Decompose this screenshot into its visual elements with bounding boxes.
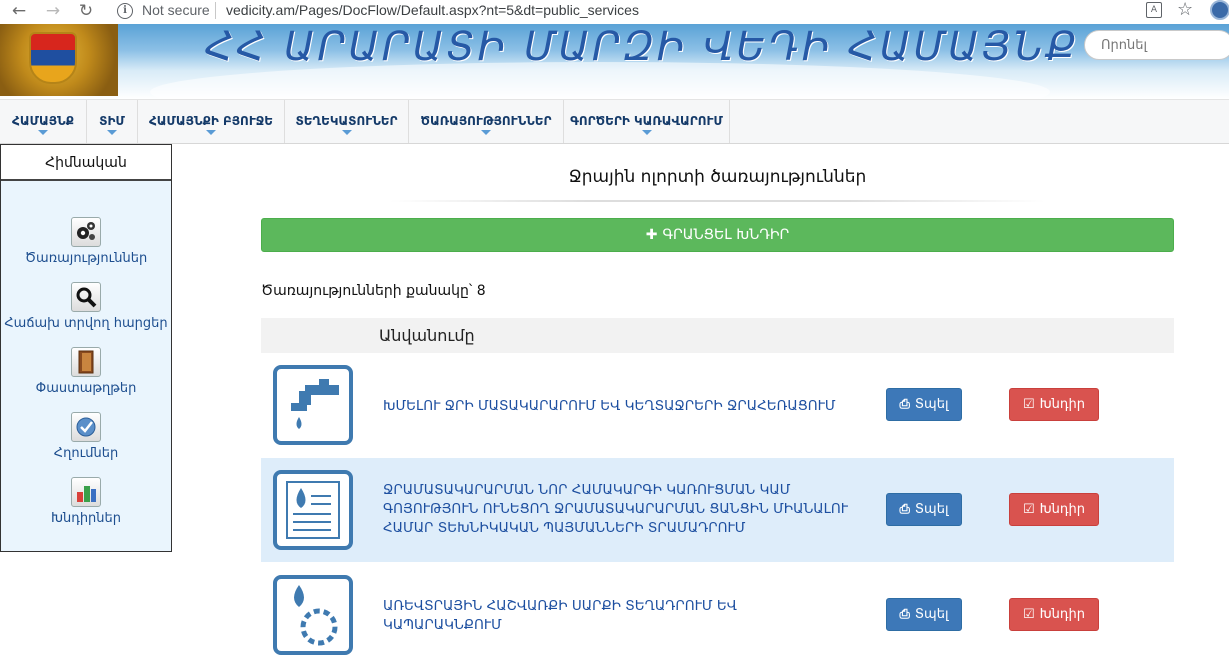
security-label: Not secure [142,2,210,18]
request-label: Խնդիր [1039,502,1085,517]
chevron-down-icon [481,130,491,135]
site-header: ՀՀ ԱՐԱՐԱՏԻ ՄԱՐԶԻ ՎԵԴԻ ՀԱՄԱՅՆՔ [0,24,1229,99]
search-input[interactable] [1099,37,1223,54]
chevron-down-icon [341,130,352,135]
register-issue-label: ԳՐԱՆՑԵԼ ԽՆԴԻՐ [662,227,790,243]
request-button[interactable]: ☑ Խնդիր [1009,598,1099,631]
service-name-link[interactable]: ԽՄԵԼՈՒ ՋՐԻ ՄԱՏԱԿԱՐԱՐՈՒՄ ԵՎ ԿԵՂՏԱՋՐԵՐԻ ՋՐ… [383,397,853,416]
sidebar-item-links[interactable]: Հղումներ [1,412,171,466]
page-title: Ջրային ոլորտի ծառայություններ [568,167,867,187]
print-button[interactable]: ⎙ Տպել [886,493,962,526]
printer-icon: ⎙ [899,397,910,412]
chevron-down-icon [38,130,48,135]
nav-label: ԾԱՌԱՅՈՒԹՅՈՒՆՆԵՐ [420,114,552,128]
water-meter-icon [273,575,353,655]
request-label: Խնդիր [1039,397,1085,412]
arrow-right-icon[interactable]: → [42,0,64,22]
check-square-icon: ☑ [1023,397,1035,412]
nav-item-budget[interactable]: ՀԱՄԱՅՆՔԻ ԲՅՈՒՋԵ [138,100,285,143]
table-row: ԽՄԵԼՈՒ ՋՐԻ ՄԱՏԱԿԱՐԱՐՈՒՄ ԵՎ ԿԵՂՏԱՋՐԵՐԻ ՋՐ… [261,353,1174,457]
link-globe-icon [71,412,101,442]
sidebar-item-label: Հղումներ [53,446,119,461]
nav-item-lsg[interactable]: ՏԻՄ [87,100,138,143]
chevron-down-icon [206,130,216,135]
address-bar-url[interactable]: vedicity.am/Pages/DocFlow/Default.aspx?n… [226,2,639,18]
site-title: ՀՀ ԱՐԱՐԱՏԻ ՄԱՐԶԻ ՎԵԴԻ ՀԱՄԱՅՆՔ [205,24,1080,70]
request-label: Խնդիր [1039,607,1085,622]
title-divider [390,200,1045,202]
print-label: Տպել [914,502,949,517]
info-icon[interactable]: i [117,3,133,19]
nav-label: ՀԱՄԱՅՆՔԻ ԲՅՈՒՋԵ [148,114,274,128]
sidebar-item-label: Խնդիրներ [50,511,122,526]
print-label: Տպել [914,607,949,622]
nav-item-information[interactable]: ՏԵՂԵԿԱՏՈՒՆԵՐ [285,100,409,143]
request-button[interactable]: ☑ Խնդիր [1009,493,1099,526]
table-row: ՋՐԱՄԱՏԱԿԱՐԱՐՄԱՆ ՆՈՐ ՀԱՄԱԿԱՐԳԻ ԿԱՌՈՒՑՄԱՆ … [261,458,1174,562]
coat-of-arms-icon[interactable] [0,24,118,96]
register-issue-button[interactable]: ✚ ԳՐԱՆՑԵԼ ԽՆԴԻՐ [261,218,1174,252]
print-button[interactable]: ⎙ Տպել [886,598,962,631]
chevron-down-icon [107,130,117,135]
sidebar-header[interactable]: Հիմնական [1,145,171,181]
column-header-name: Անվանումը [379,326,475,345]
check-square-icon: ☑ [1023,502,1035,517]
nav-label: ԳՈՐԾԵՐԻ ԿԱՌԱՎԱՐՈՒՄ [570,114,723,128]
check-square-icon: ☑ [1023,607,1035,622]
search-field[interactable] [1084,30,1229,60]
nav-label: ՏԻՄ [99,114,125,128]
reload-icon[interactable]: ↻ [75,0,97,22]
sidebar-item-documents[interactable]: Փաստաթղթեր [1,347,171,401]
water-document-icon [273,470,353,550]
table-row: ԱՌԵՎՏՐԱՅԻՆ ՀԱՇՎԱՌՔԻ ՍԱՐՔԻ ՏԵՂԱԴՐՈՒՄ ԵՎ Կ… [261,563,1174,667]
sidebar-item-faq[interactable]: Հաճախ տրվող հարցեր [1,282,171,336]
nav-label: ՏԵՂԵԿԱՏՈՒՆԵՐ [295,114,398,128]
printer-icon: ⎙ [899,502,910,517]
nav-item-case-management[interactable]: ԳՈՐԾԵՐԻ ԿԱՌԱՎԱՐՈՒՄ [564,100,730,143]
magnifier-icon [71,282,101,312]
nav-label: ՀԱՄԱՅՆՔ [12,114,74,128]
browser-toolbar: ← → ↻ i Not secure vedicity.am/Pages/Doc… [0,0,1229,24]
main-navigation: ՀԱՄԱՅՆՔ ՏԻՄ ՀԱՄԱՅՆՔԻ ԲՅՈՒՋԵ ՏԵՂԵԿԱՏՈՒՆԵՐ… [0,99,1229,144]
sidebar-item-label: Ծառայություններ [24,251,148,266]
avatar-icon[interactable] [1210,0,1229,20]
sidebar-item-label: Հաճախ տրվող հարցեր [4,316,168,331]
printer-icon: ⎙ [899,607,910,622]
nav-item-community[interactable]: ՀԱՄԱՅՆՔ [0,100,87,143]
translate-icon[interactable]: A [1146,2,1162,18]
water-tap-icon [273,365,353,445]
sidebar: Հիմնական Ծառայություններ Հաճախ տրվող հար… [0,144,172,552]
nav-item-services[interactable]: ԾԱՌԱՅՈՒԹՅՈՒՆՆԵՐ [409,100,564,143]
gears-icon [71,217,101,247]
star-icon[interactable]: ☆ [1177,0,1193,20]
service-name-link[interactable]: ՋՐԱՄԱՏԱԿԱՐԱՐՄԱՆ ՆՈՐ ՀԱՄԱԿԱՐԳԻ ԿԱՌՈՒՑՄԱՆ … [383,481,853,538]
document-folder-icon [71,347,101,377]
table-header: Անվանումը [261,318,1174,353]
arrow-left-icon[interactable]: ← [8,0,30,22]
services-count: Ծառայությունների քանակը՝ 8 [261,283,486,299]
print-button[interactable]: ⎙ Տպել [886,388,962,421]
plus-icon: ✚ [645,227,658,243]
request-button[interactable]: ☑ Խնդիր [1009,388,1099,421]
sidebar-item-services[interactable]: Ծառայություններ [1,217,171,271]
sidebar-item-issues[interactable]: Խնդիրներ [1,477,171,531]
print-label: Տպել [914,397,949,412]
chart-blocks-icon [71,477,101,507]
address-separator [215,2,216,19]
sidebar-item-label: Փաստաթղթեր [35,381,137,396]
service-name-link[interactable]: ԱՌԵՎՏՐԱՅԻՆ ՀԱՇՎԱՌՔԻ ՍԱՐՔԻ ՏԵՂԱԴՐՈՒՄ ԵՎ Կ… [383,597,853,635]
chevron-down-icon [641,130,652,135]
